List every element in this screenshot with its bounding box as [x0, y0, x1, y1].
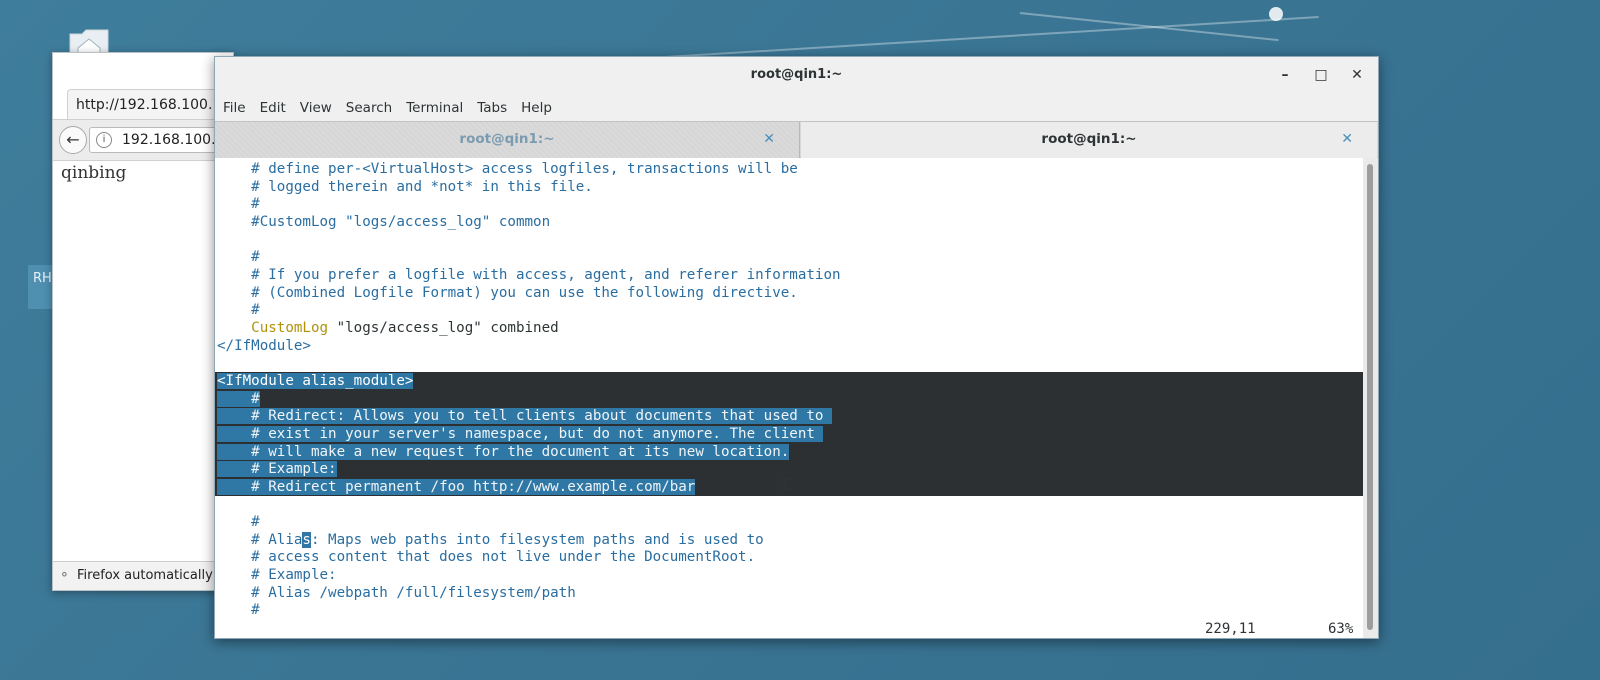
- code-line: #: [217, 302, 260, 318]
- maximize-icon: □: [1314, 67, 1328, 83]
- mouse-ibeam-cursor-icon: ⌶: [780, 474, 790, 493]
- menu-tabs[interactable]: Tabs: [469, 93, 513, 121]
- code-line: </IfModule>: [217, 338, 311, 354]
- selected-line: # exist in your server's namespace, but …: [217, 425, 824, 443]
- tab-bar: root@qin1:~ ✕ root@qin1:~ ✕: [215, 121, 1378, 158]
- code-line: # access content that does not live unde…: [217, 549, 756, 565]
- directive-args: "logs/access_log" combined: [328, 320, 559, 336]
- selected-line: <IfModule alias_module>: [217, 372, 414, 390]
- back-button[interactable]: ←: [59, 126, 87, 154]
- code-line: #: [217, 602, 260, 618]
- menu-file[interactable]: File: [215, 93, 252, 121]
- desktop-decoration-dot: [1269, 7, 1283, 21]
- code-line: #: [217, 196, 260, 212]
- tab-terminal-1[interactable]: root@qin1:~ ✕: [215, 122, 800, 158]
- desktop-decoration-line: [1019, 12, 1279, 42]
- menu-bar: File Edit View Search Terminal Tabs Help: [215, 93, 1378, 121]
- title-bar[interactable]: root@qin1:~ – □ ✕: [215, 57, 1378, 93]
- menu-terminal[interactable]: Terminal: [398, 93, 469, 121]
- code-line: # Alias: Maps web paths into filesystem …: [217, 531, 764, 549]
- scroll-percent: 63%: [1328, 621, 1354, 637]
- selected-text: # will make a new request for the docume…: [217, 444, 790, 460]
- browser-page-content: qinbing: [61, 163, 126, 183]
- selected-text: # Redirect permanent /foo http://www.exa…: [217, 479, 696, 495]
- url-text: 192.168.100.1: [122, 132, 225, 148]
- lightbulb-icon: ⚬: [59, 568, 70, 583]
- line-text: # Alia: [217, 532, 303, 548]
- menu-search[interactable]: Search: [338, 93, 398, 121]
- arrow-left-icon: ←: [66, 130, 80, 149]
- minimize-button[interactable]: –: [1275, 65, 1295, 85]
- close-button[interactable]: ✕: [1347, 65, 1367, 85]
- info-icon[interactable]: i: [96, 132, 112, 148]
- side-tile-label: RH: [33, 271, 52, 286]
- text-cursor: s: [302, 532, 311, 548]
- code-line: #CustomLog "logs/access_log" common: [217, 214, 551, 230]
- minimize-icon: –: [1281, 67, 1289, 83]
- code-line: # If you prefer a logfile with access, a…: [217, 267, 841, 283]
- cursor-position: 229,11: [1205, 621, 1256, 637]
- scrollbar[interactable]: [1363, 158, 1378, 638]
- page-text: qinbing: [61, 163, 127, 183]
- maximize-button[interactable]: □: [1311, 65, 1331, 85]
- code-line: # Alias /webpath /full/filesystem/path: [217, 585, 576, 601]
- notification-text: Firefox automatically: [77, 568, 213, 583]
- tab-label: root@qin1:~: [1041, 131, 1137, 147]
- code-line: # (Combined Logfile Format) you can use …: [217, 285, 798, 301]
- browser-navbar: ← i 192.168.100.1: [53, 119, 241, 161]
- menu-help[interactable]: Help: [513, 93, 558, 121]
- selected-line: # Redirect: Allows you to tell clients a…: [217, 407, 832, 425]
- code-line: #: [217, 249, 260, 265]
- selected-line: # will make a new request for the docume…: [217, 443, 790, 461]
- browser-tab[interactable]: http://192.168.100.1: [67, 89, 237, 119]
- selected-text: #: [217, 391, 260, 407]
- code-line: # Example:: [217, 567, 337, 583]
- close-icon: ✕: [1351, 67, 1363, 83]
- browser-tab-title: http://192.168.100.1: [76, 97, 222, 113]
- selected-text: # Example:: [217, 461, 337, 477]
- firefox-window[interactable]: http://192.168.100.1 ← i 192.168.100.1 qi…: [52, 52, 241, 591]
- window-title: root@qin1:~: [750, 67, 843, 82]
- code-line: CustomLog "logs/access_log" combined: [217, 319, 559, 337]
- code-line: # logged therein and *not* in this file.: [217, 179, 593, 195]
- selected-line: # Redirect permanent /foo http://www.exa…: [217, 478, 696, 496]
- scrollbar-thumb[interactable]: [1367, 164, 1373, 630]
- browser-notification-bar[interactable]: ⚬ Firefox automatically: [53, 561, 233, 590]
- terminal-output[interactable]: # define per-<VirtualHost> access logfil…: [215, 158, 1363, 638]
- terminal-window[interactable]: root@qin1:~ – □ ✕ File Edit View Search Term…: [214, 56, 1379, 639]
- code-line: # define per-<VirtualHost> access logfil…: [217, 161, 798, 177]
- tab-label: root@qin1:~: [459, 131, 555, 147]
- menu-view[interactable]: View: [292, 93, 338, 121]
- code-line: #: [217, 514, 260, 530]
- line-text: : Maps web paths into filesystem paths a…: [310, 532, 764, 548]
- selected-text: <IfModule alias_module>: [217, 373, 414, 389]
- directive-keyword: CustomLog: [251, 320, 329, 336]
- tab-close-icon[interactable]: ✕: [763, 122, 775, 156]
- menu-edit[interactable]: Edit: [252, 93, 292, 121]
- selected-line: # Example:: [217, 460, 337, 478]
- selected-text: # Redirect: Allows you to tell clients a…: [217, 408, 832, 424]
- desktop-side-tile[interactable]: RH: [28, 265, 54, 309]
- tab-close-icon[interactable]: ✕: [1341, 122, 1353, 156]
- tab-terminal-2[interactable]: root@qin1:~ ✕: [801, 122, 1377, 158]
- selected-line: #: [217, 390, 260, 408]
- selected-text: # exist in your server's namespace, but …: [217, 426, 824, 442]
